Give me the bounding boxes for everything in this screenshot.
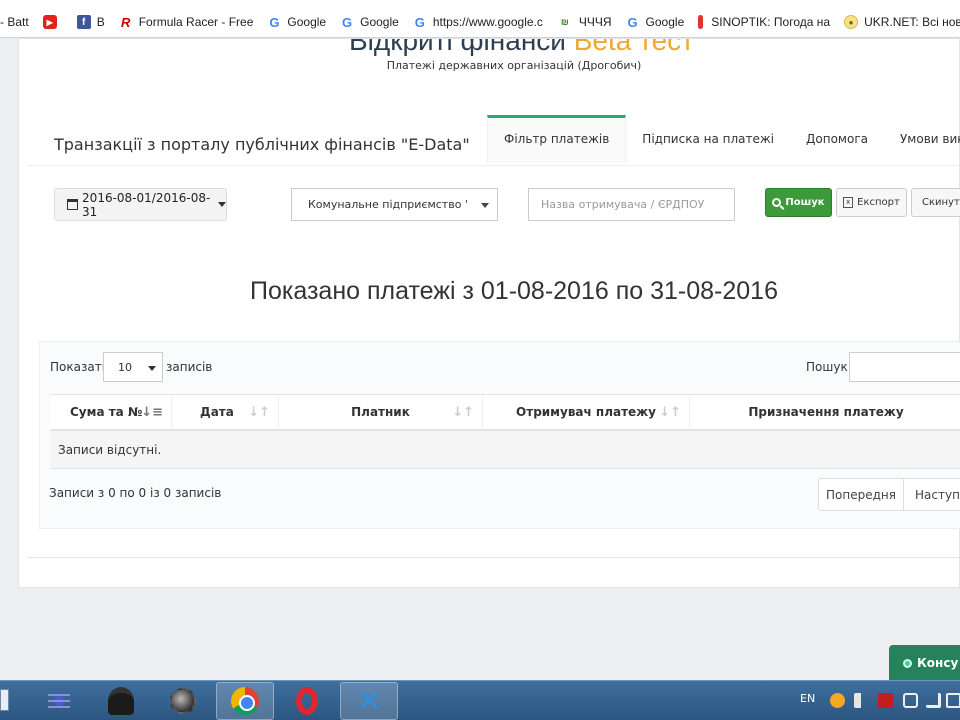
- google-icon: G: [627, 14, 638, 30]
- taskbar: ✕ EN: [0, 680, 960, 720]
- mine-icon: [170, 688, 196, 714]
- opera-icon: [296, 687, 318, 715]
- x-app-icon: ✕: [356, 683, 382, 719]
- site-subtitle: Платежі державних організацій (Дрогобич): [386, 59, 642, 72]
- date-range-value: 2016-08-01/2016-08-31: [82, 190, 211, 219]
- ukrnet-icon: ●: [844, 15, 859, 29]
- table-header: Сума та № ↓≡ Дата ↓↑ Платник ↓↑ Отримува…: [50, 394, 960, 431]
- table-search-input[interactable]: [849, 352, 960, 382]
- results-heading: Показано платежі з 01-08-2016 по 31-08-2…: [249, 277, 778, 305]
- date-range-button[interactable]: 2016-08-01/2016-08-31: [54, 188, 227, 221]
- sort-icon: ↓↑: [248, 405, 270, 420]
- formula-racer-icon: R: [121, 14, 131, 30]
- volume-icon[interactable]: [854, 693, 868, 708]
- bookmark-ukrnet[interactable]: ● UKR.NET: Всі нов: [844, 15, 960, 29]
- bookmark-formula-racer[interactable]: R Formula Racer - Free: [119, 14, 253, 30]
- spy-icon: [108, 687, 134, 715]
- show-label: Показати: [50, 360, 110, 374]
- card-divider: [27, 557, 960, 558]
- tray-app-icon[interactable]: [830, 693, 845, 708]
- column-purpose[interactable]: Призначення платежу ↓: [690, 395, 960, 430]
- tabs-divider: [27, 165, 960, 166]
- bookmarks-bar: - Batt ▶ fB R Formula Racer - Free G Googl…: [0, 0, 960, 38]
- calendar-icon: [67, 199, 79, 210]
- signal-icon[interactable]: [926, 693, 941, 708]
- records-label: записів: [166, 360, 213, 374]
- recipient-search-input[interactable]: [528, 188, 735, 221]
- bookmark-google-1[interactable]: G Google: [267, 14, 326, 30]
- site-header-clipped: Відкриті фінанси Beta тест: [19, 39, 960, 59]
- google-icon: G: [342, 14, 353, 30]
- pdf-tray-icon[interactable]: [878, 693, 893, 708]
- bookmark-google-3[interactable]: G Google: [626, 14, 684, 30]
- clipboard-icon[interactable]: [903, 693, 918, 708]
- tab-help[interactable]: Допомога: [790, 115, 884, 163]
- taskbar-app-spider[interactable]: [30, 682, 88, 720]
- prev-page-button[interactable]: Попередня: [818, 478, 904, 511]
- organization-select[interactable]: Комунальне підприємство "Ж: [291, 188, 498, 221]
- taskbar-app-mine[interactable]: [154, 682, 212, 720]
- facebook-icon: f: [76, 15, 91, 29]
- tabs: Фільтр платежів Підписка на платежі Допо…: [487, 115, 960, 163]
- sort-desc-icon: ↓≡: [141, 405, 163, 420]
- bookmark-facebook[interactable]: fB: [76, 15, 105, 29]
- bookmark-chchchya[interactable]: ₪ ЧЧЧЯ: [557, 15, 612, 29]
- sinoptik-icon: [698, 15, 704, 29]
- column-amount[interactable]: Сума та № ↓≡: [50, 395, 172, 430]
- payments-table-panel: Показати 10 записів Пошук: Сума та № ↓≡ …: [39, 341, 960, 529]
- tab-subscription[interactable]: Підписка на платежі: [626, 115, 790, 163]
- taskbar-app-chrome[interactable]: [216, 682, 274, 720]
- search-icon: [772, 198, 782, 207]
- beta-label: Beta тест: [573, 39, 694, 56]
- sort-icon: ↓↑: [659, 405, 681, 420]
- page-length-select[interactable]: 10: [103, 352, 163, 382]
- youtube-icon: ▶: [42, 15, 57, 29]
- next-page-button[interactable]: Наступна: [904, 478, 960, 511]
- bookmark-google-url[interactable]: Ghttps://www.google.c: [413, 14, 543, 30]
- pagination: Попередня Наступна: [818, 478, 960, 511]
- site-title: Відкриті фінанси Beta тест: [349, 39, 694, 57]
- table-info: Записи з 0 по 0 із 0 записів: [49, 486, 222, 500]
- chrome-icon: [231, 687, 259, 715]
- bookmark-batt[interactable]: - Batt: [0, 15, 29, 29]
- sort-icon: ↓↑: [452, 405, 474, 420]
- column-recipient[interactable]: Отримувач платежу ↓↑: [483, 395, 690, 430]
- bookmark-youtube[interactable]: ▶: [42, 15, 63, 29]
- battery-icon[interactable]: [946, 693, 960, 708]
- export-button[interactable]: x Експорт: [836, 188, 907, 217]
- taskbar-app-opera[interactable]: [278, 682, 336, 720]
- tab-payment-filter[interactable]: Фільтр платежів: [487, 115, 627, 163]
- column-payer[interactable]: Платник ↓↑: [279, 395, 483, 430]
- table-search-label: Пошук:: [806, 360, 852, 374]
- window-icon[interactable]: [0, 689, 9, 711]
- taskbar-app-spy[interactable]: [92, 682, 150, 720]
- bookmarks-list: - Batt ▶ fB R Formula Racer - Free G Googl…: [0, 13, 960, 31]
- bookmark-google-2[interactable]: G Google: [340, 14, 399, 30]
- page-card: Відкриті фінанси Beta тест Платежі держа…: [18, 38, 960, 588]
- organization-value: Комунальне підприємство "Ж: [308, 198, 468, 211]
- reset-button[interactable]: Скинути: [911, 188, 960, 217]
- bookmark-sinoptik[interactable]: SINOPTIK: Погода на: [698, 15, 830, 29]
- consult-widget-button[interactable]: Консу: [889, 645, 960, 681]
- spider-icon: [46, 688, 72, 714]
- taskbar-app-x[interactable]: ✕: [340, 682, 398, 720]
- search-button[interactable]: Пошук: [765, 188, 832, 217]
- column-date[interactable]: Дата ↓↑: [172, 395, 279, 430]
- language-indicator[interactable]: EN: [800, 692, 815, 705]
- google-icon: G: [269, 14, 280, 30]
- google-icon: G: [414, 14, 425, 30]
- portal-title: Транзакції з порталу публічних фінансів …: [54, 135, 470, 154]
- excel-icon: x: [843, 197, 854, 208]
- caret-down-icon: [218, 202, 226, 207]
- chevron-down-icon: [148, 366, 156, 371]
- empty-table-row: Записи відсутні.: [50, 431, 960, 469]
- chchchya-icon: ₪: [560, 17, 569, 27]
- tab-terms[interactable]: Умови використа: [884, 115, 960, 163]
- chevron-down-icon: [481, 203, 489, 208]
- chat-status-icon: [903, 658, 912, 668]
